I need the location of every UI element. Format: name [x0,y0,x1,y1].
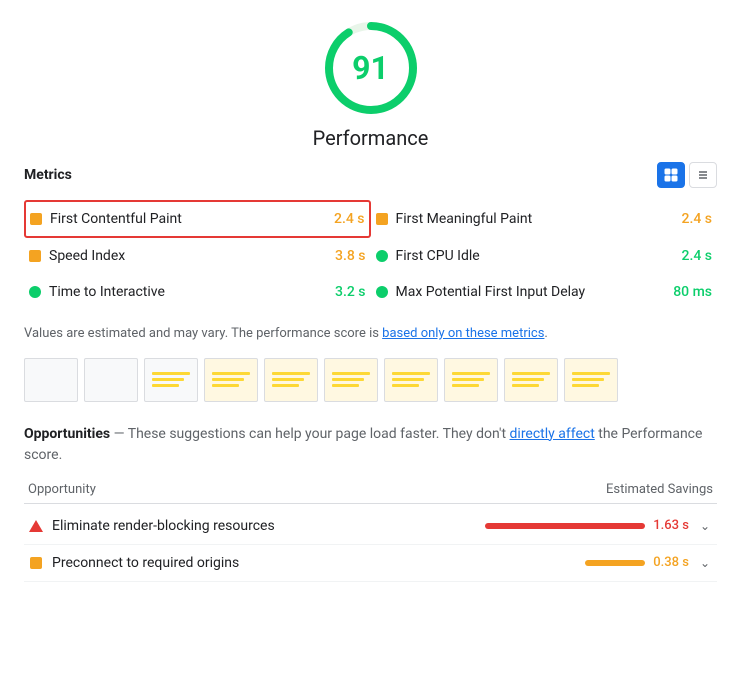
filmstrip-frame-9 [504,358,558,402]
mpfid-indicator [376,286,388,298]
opp-row-preconnect[interactable]: Preconnect to required origins 0.38 s ⌄ [24,545,717,582]
filmstrip-frame-1 [24,358,78,402]
opportunities-text: — These suggestions can help your page l… [110,426,509,442]
metrics-grid: First Contentful Paint 2.4 s First Meani… [24,200,717,310]
filmstrip-frame-6 [324,358,378,402]
mpfid-value: 80 ms [673,284,712,300]
metric-fmp[interactable]: First Meaningful Paint 2.4 s [371,200,718,238]
fmp-name: First Meaningful Paint [396,211,674,227]
view-toggle [657,162,717,188]
tti-name: Time to Interactive [49,284,327,300]
fci-name: First CPU Idle [396,248,674,264]
grid-view-button[interactable] [657,162,685,188]
opportunities-description: Opportunities — These suggestions can he… [24,424,717,466]
fmp-indicator [376,213,388,225]
filmstrip-frame-10 [564,358,618,402]
mpfid-name: Max Potential First Input Delay [396,284,666,300]
metrics-header: Metrics [24,162,717,188]
score-circle: 91 [323,20,419,116]
tti-indicator [29,286,41,298]
render-blocking-icon [28,518,44,534]
col-opportunity: Opportunity [28,482,96,497]
opportunities-bold: Opportunities [24,426,110,442]
si-value: 3.8 s [335,248,366,264]
description-text2: . [544,326,547,341]
tti-value: 3.2 s [335,284,366,300]
filmstrip-frame-8 [444,358,498,402]
metric-fci[interactable]: First CPU Idle 2.4 s [371,238,718,274]
score-value: 91 [352,49,389,87]
score-label: Performance [313,126,429,150]
preconnect-chevron[interactable]: ⌄ [697,555,713,571]
preconnect-bar-container: 0.38 s [585,555,689,570]
filmstrip-frame-7 [384,358,438,402]
metrics-link[interactable]: based only on these metrics [382,326,544,341]
fci-indicator [376,250,388,262]
fci-value: 2.4 s [682,248,713,264]
list-view-button[interactable] [689,162,717,188]
metric-si[interactable]: Speed Index 3.8 s [24,238,371,274]
filmstrip-frame-2 [84,358,138,402]
metrics-description: Values are estimated and may vary. The p… [24,324,717,344]
preconnect-savings: 0.38 s [653,555,689,570]
fcp-indicator [30,213,42,225]
description-text1: Values are estimated and may vary. The p… [24,326,382,341]
opportunities-table-header: Opportunity Estimated Savings [24,476,717,504]
metric-tti[interactable]: Time to Interactive 3.2 s [24,274,371,310]
si-name: Speed Index [49,248,327,264]
filmstrip-frame-4 [204,358,258,402]
square-icon [30,557,42,569]
fcp-name: First Contentful Paint [50,211,326,227]
render-blocking-savings: 1.63 s [653,518,689,533]
filmstrip-frame-3 [144,358,198,402]
render-blocking-bar-container: 1.63 s [485,518,689,533]
si-indicator [29,250,41,262]
render-blocking-bar [485,523,645,529]
opp-row-render-blocking[interactable]: Eliminate render-blocking resources 1.63… [24,508,717,545]
metrics-title: Metrics [24,167,72,183]
score-section: 91 Performance [24,20,717,150]
fmp-value: 2.4 s [682,211,713,227]
col-savings: Estimated Savings [606,482,713,497]
filmstrip-frame-5 [264,358,318,402]
filmstrip[interactable] [24,358,717,406]
fcp-value: 2.4 s [334,211,365,227]
triangle-icon [29,520,43,532]
preconnect-bar [585,560,645,566]
render-blocking-name: Eliminate render-blocking resources [52,518,477,534]
metric-mpfid[interactable]: Max Potential First Input Delay 80 ms [371,274,718,310]
metric-fcp[interactable]: First Contentful Paint 2.4 s [24,200,371,238]
render-blocking-chevron[interactable]: ⌄ [697,518,713,534]
preconnect-icon [28,555,44,571]
directly-affect-link[interactable]: directly affect [510,426,595,442]
preconnect-name: Preconnect to required origins [52,555,577,571]
